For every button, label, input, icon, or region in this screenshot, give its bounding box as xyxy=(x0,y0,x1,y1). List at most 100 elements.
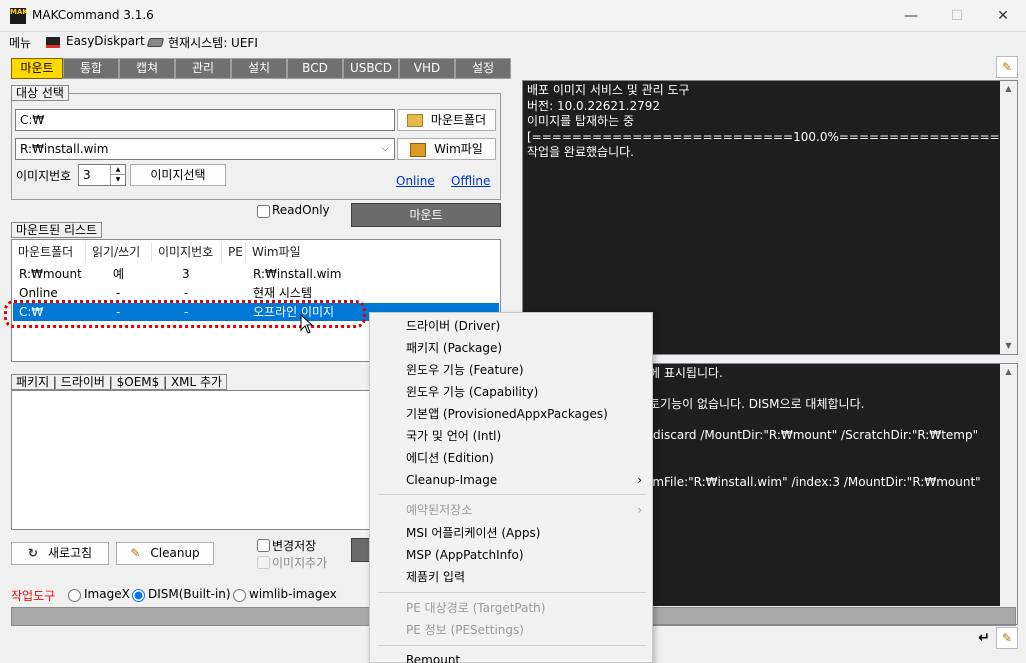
menu-bar: 메뉴 EasyDiskpart 현재시스템: UEFI xyxy=(0,32,1026,52)
col-header-wim[interactable]: Wim파일 xyxy=(246,242,498,262)
tab-manage[interactable]: 관리 xyxy=(175,58,231,79)
cleanup-button[interactable]: ✎ Cleanup xyxy=(116,542,214,565)
enter-arrow-icon[interactable]: ↵ xyxy=(974,628,994,648)
menu-current-system[interactable]: 현재시스템: UEFI xyxy=(168,34,258,51)
chevron-right-icon: › xyxy=(637,473,642,487)
stepper-down-icon[interactable]: ▼ xyxy=(110,175,125,185)
tab-install[interactable]: 설치 xyxy=(231,58,287,79)
menu-separator xyxy=(378,592,646,593)
menu-item-pe-targetpath[interactable]: PE 대상경로 (TargetPath) xyxy=(406,597,545,619)
window-title: MAKCommand 3.1.6 xyxy=(32,8,154,22)
unmount-button-partial[interactable] xyxy=(351,538,371,562)
console-line: imFile:"R:₩install.wim" /index:3 /MountD… xyxy=(649,474,981,489)
menu-item-remount[interactable]: Remount xyxy=(406,649,460,663)
mount-path-input[interactable]: C:₩ xyxy=(15,109,395,131)
console-line: 배포 이미지 서비스 및 관리 도구 xyxy=(527,83,690,97)
refresh-icon: ↻ xyxy=(27,546,38,560)
package-panel-label: 패키지 | 드라이버 | $OEM$ | XML 추가 xyxy=(11,374,228,390)
clear-console-icon[interactable]: ✎ xyxy=(996,56,1018,78)
offline-link[interactable]: Offline xyxy=(451,174,490,188)
menu-item-product-key[interactable]: 제품키 입력 xyxy=(406,566,465,588)
online-link[interactable]: Online xyxy=(396,174,435,188)
console-line: 작업을 완료했습니다. xyxy=(527,145,634,159)
menu-item-reserved-storage[interactable]: 예약된저장소 › xyxy=(406,499,646,521)
tools-label: 작업도구 xyxy=(11,589,56,603)
menu-item-intl[interactable]: 국가 및 언어 (Intl) xyxy=(406,425,501,447)
menu-separator xyxy=(378,494,646,495)
save-changes-checkbox[interactable] xyxy=(257,539,270,552)
add-image-label: 이미지추가 xyxy=(272,556,328,570)
tab-vhd[interactable]: VHD xyxy=(399,58,455,79)
menu-item-appx[interactable]: 기본앱 (ProvisionedAppxPackages) xyxy=(406,403,608,425)
menu-item-capability[interactable]: 윈도우 기능 (Capability) xyxy=(406,381,538,403)
tab-settings[interactable]: 설정 xyxy=(455,58,511,79)
readonly-checkbox[interactable] xyxy=(257,205,270,218)
table-row[interactable]: R:₩mount 예 3 R:₩install.wim xyxy=(12,265,500,283)
stepper-up-icon[interactable]: ▲ xyxy=(110,165,125,175)
chevron-down-icon: ⌵ xyxy=(381,143,389,154)
col-header-folder[interactable]: 마운트폴더 xyxy=(12,242,86,262)
col-header-index[interactable]: 이미지번호 xyxy=(152,242,222,262)
chevron-right-icon: › xyxy=(637,503,642,517)
refresh-button[interactable]: ↻ 새로고침 xyxy=(11,542,109,565)
menu-item-msp[interactable]: MSP (AppPatchInfo) xyxy=(406,544,524,566)
drive-icon xyxy=(146,38,165,47)
target-group-label: 대상 선택 xyxy=(11,85,69,101)
scroll-up-icon[interactable]: ▲ xyxy=(1000,364,1017,380)
col-header-pe[interactable]: PE xyxy=(222,242,246,262)
image-number-stepper[interactable]: 3 ▲ ▼ xyxy=(78,164,126,186)
readonly-label: ReadOnly xyxy=(272,203,330,217)
close-button[interactable]: ✕ xyxy=(980,0,1026,32)
mount-folder-button[interactable]: 마운트폴더 xyxy=(397,109,496,131)
select-image-button[interactable]: 이미지선택 xyxy=(130,164,226,186)
tool-imagex-radio[interactable] xyxy=(68,589,81,602)
mouse-cursor-icon xyxy=(300,314,314,334)
menu-item-driver[interactable]: 드라이버 (Driver) xyxy=(406,315,500,337)
package-icon xyxy=(410,142,427,157)
tool-dism-radio[interactable] xyxy=(132,589,145,602)
col-header-rw[interactable]: 읽기/쓰기 xyxy=(86,242,152,262)
tab-usbcd[interactable]: USBCD xyxy=(343,58,399,79)
folder-icon xyxy=(406,114,423,127)
menu-item-msi-apps[interactable]: MSI 어플리케이션 (Apps) xyxy=(406,522,540,544)
tab-integrate[interactable]: 통합 xyxy=(63,58,119,79)
maximize-button[interactable]: ☐ xyxy=(934,0,980,32)
minimize-button[interactable]: — xyxy=(888,0,934,32)
tab-mount[interactable]: 마운트 xyxy=(11,58,63,79)
menu-item-pe-settings[interactable]: PE 정보 (PESettings) xyxy=(406,619,524,641)
disk-icon xyxy=(46,37,60,48)
menu-item-package[interactable]: 패키지 (Package) xyxy=(406,337,502,359)
clear-log-icon[interactable]: ✎ xyxy=(996,627,1018,649)
console-line: 에 표시됩니다. xyxy=(649,366,723,380)
menu-item-edition[interactable]: 에디션 (Edition) xyxy=(406,447,494,469)
tool-wimlib-label: wimlib-imagex xyxy=(249,587,337,601)
menu-separator xyxy=(378,645,646,646)
tool-wimlib-radio[interactable] xyxy=(233,589,246,602)
wim-path-select[interactable]: R:₩install.wim ⌵ xyxy=(15,138,395,160)
console-line: /discard /MountDir:"R:₩mount" /ScratchDi… xyxy=(649,428,979,442)
console-line: [==========================100.0%=======… xyxy=(527,129,1000,144)
image-number-label: 이미지번호 xyxy=(16,169,72,183)
menu-item-cleanup-image[interactable]: Cleanup-Image › xyxy=(406,469,646,491)
console-line: 버전: 10.0.22621.2792 xyxy=(527,98,660,113)
mount-button[interactable]: 마운트 xyxy=(351,203,501,227)
menu-easydiskpart[interactable]: EasyDiskpart xyxy=(66,34,145,48)
add-image-checkbox[interactable] xyxy=(257,556,270,569)
menu-main[interactable]: 메뉴 xyxy=(9,34,31,51)
context-menu: 드라이버 (Driver) 패키지 (Package) 윈도우 기능 (Feat… xyxy=(369,312,653,663)
wim-file-button[interactable]: Wim파일 xyxy=(397,138,496,160)
console-line: 이미지를 탑재하는 중 xyxy=(527,114,634,128)
menu-item-feature[interactable]: 윈도우 기능 (Feature) xyxy=(406,359,524,381)
console-top-scrollbar[interactable]: ▲ ▼ xyxy=(1000,81,1017,354)
tab-bcd[interactable]: BCD xyxy=(287,58,343,79)
title-bar[interactable]: MAK MAKCommand 3.1.6 — ☐ ✕ xyxy=(0,0,1026,32)
tool-dism-label: DISM(Built-in) xyxy=(148,587,231,601)
tab-capture[interactable]: 캡쳐 xyxy=(119,58,175,79)
tool-imagex-label: ImageX xyxy=(84,587,130,601)
console-bottom-scrollbar[interactable]: ▲ xyxy=(1000,364,1017,606)
scroll-down-icon[interactable]: ▼ xyxy=(1000,338,1017,354)
scroll-up-icon[interactable]: ▲ xyxy=(1000,81,1017,97)
